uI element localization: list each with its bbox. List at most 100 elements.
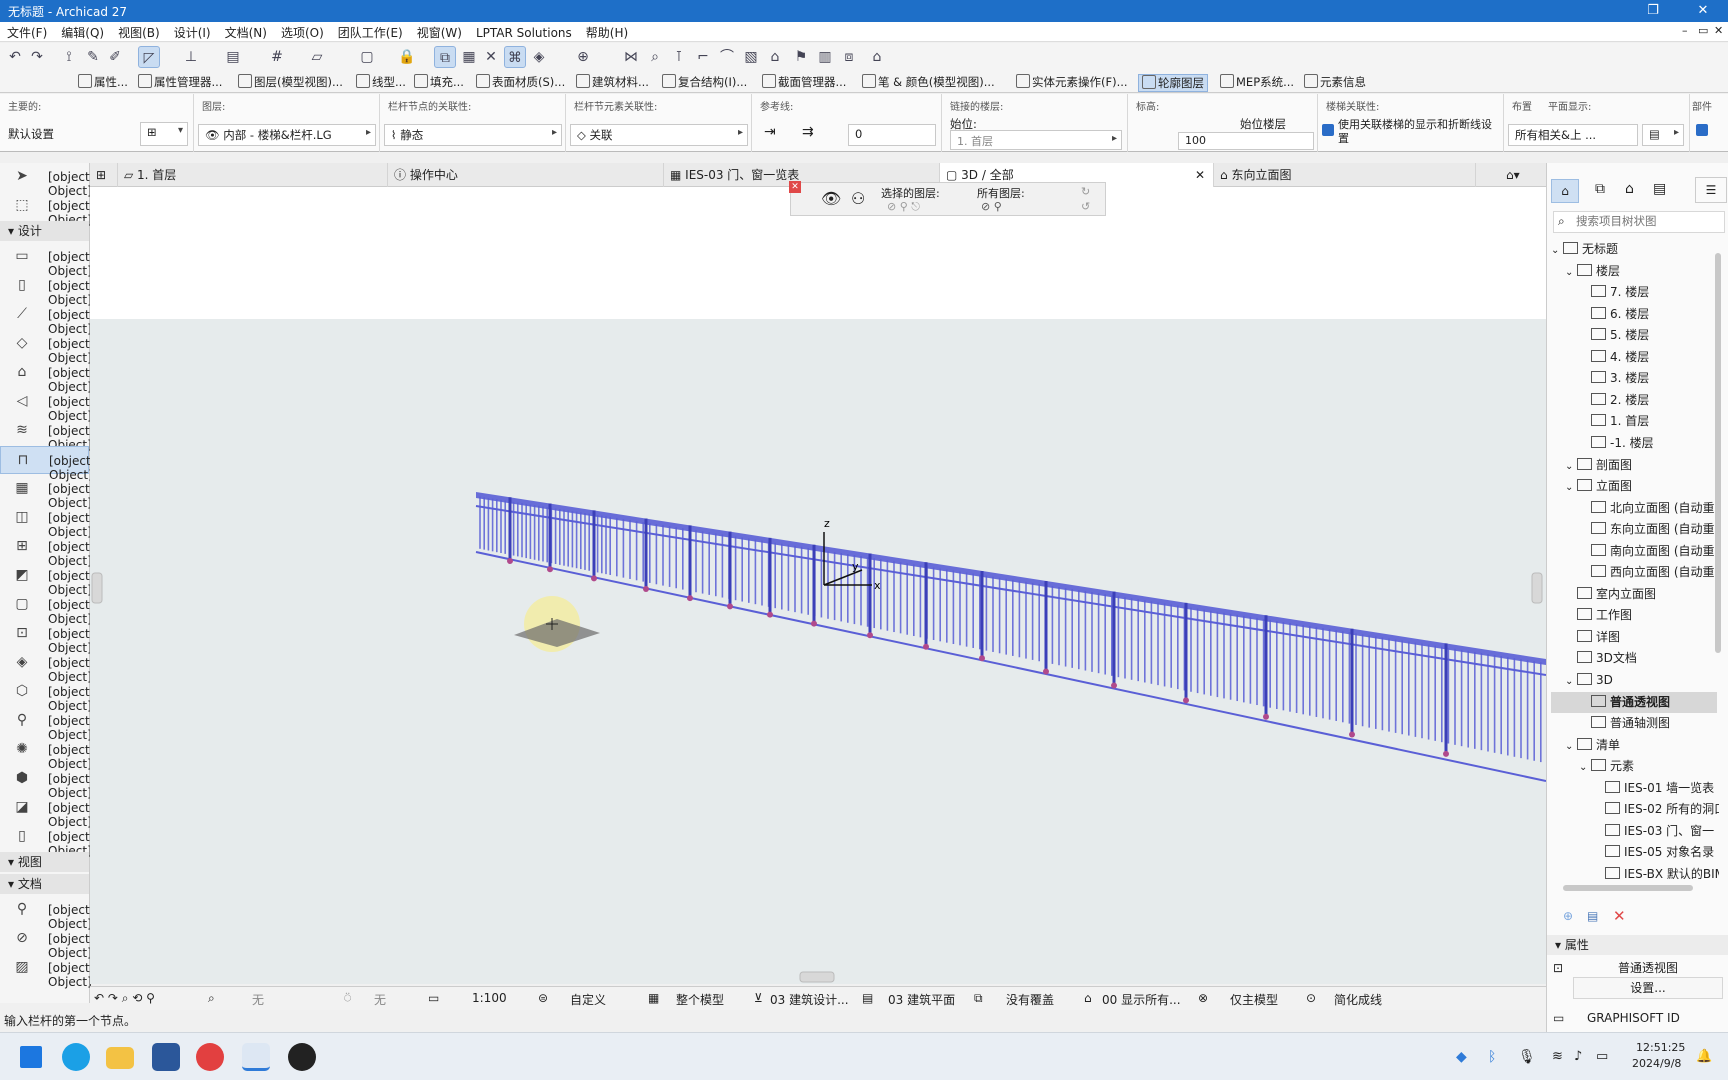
undo-layer-icon[interactable]: ↺ [1081, 200, 1090, 213]
3d-viewport[interactable]: z y x [90, 187, 1546, 984]
stair-assoc-checkbox[interactable] [1322, 124, 1334, 136]
house-icon[interactable]: ⌂ [866, 46, 888, 68]
left-scroll-handle[interactable] [91, 572, 103, 604]
tool-stair[interactable]: ≋ [object Object] [0, 417, 92, 452]
chevron-down-icon[interactable]: ⌄ [1565, 671, 1577, 692]
plan-display-select[interactable]: 所有相关&上 ... [1508, 124, 1638, 146]
bluetooth-icon[interactable]: ᛒ [1488, 1049, 1496, 1065]
chevron-down-icon[interactable]: ⌄ [1565, 456, 1577, 477]
surfaces-button[interactable]: 表面材质(S)... [476, 74, 565, 90]
sheet-icon[interactable]: ▦ [458, 46, 480, 68]
minimize-doc-icon[interactable]: – [1682, 24, 1688, 37]
chevron-down-icon[interactable]: ⌄ [1579, 757, 1591, 778]
menu-file[interactable]: 文件(F) [0, 22, 54, 43]
close-doc-icon[interactable]: ✕ [1714, 24, 1723, 37]
tool-grid[interactable]: ⚲ [object Object] [0, 896, 92, 931]
scale-value[interactable]: 1:100 [472, 991, 507, 1005]
show-layer-icon[interactable]: 👁 [821, 189, 841, 208]
railing-settings-button[interactable]: ⊞ ▾ [140, 122, 188, 146]
cut-plane-select[interactable]: ▤ ▸ [1642, 124, 1684, 146]
tree-item[interactable]: ⌄ 元素 [1579, 756, 1634, 777]
menu-help[interactable]: 帮助(H) [579, 22, 635, 43]
composites-button[interactable]: 复合结构(I)... [662, 74, 747, 90]
tab-close-icon[interactable]: ✕ [1195, 163, 1205, 187]
tool-mesh[interactable]: ◈ [object Object] [0, 649, 92, 684]
layout-book-icon[interactable]: ⌂ [1625, 181, 1634, 197]
menu-edit[interactable]: 编辑(Q) [54, 22, 111, 43]
menu-document[interactable]: 文档(N) [218, 22, 274, 43]
chevron-down-icon[interactable]: ⌄ [1551, 240, 1563, 261]
navigator-menu-icon[interactable]: ☰ [1695, 177, 1727, 203]
word-icon[interactable] [152, 1043, 180, 1071]
layerset-value[interactable]: 03 建筑设计... [770, 991, 849, 1008]
tool-change[interactable]: ⊘ [object Object] [0, 925, 92, 960]
grid-icon[interactable]: # [266, 46, 288, 68]
settings-button[interactable]: 设置... [1573, 977, 1723, 999]
node-assoc-select[interactable]: ⌇ 静态 ▸ [384, 124, 562, 146]
tree-item[interactable]: IES-03 门、窗一 [1593, 821, 1714, 842]
tool-window[interactable]: ⊞ [object Object] [0, 533, 92, 568]
flag-icon[interactable]: ⚑ [790, 46, 812, 68]
attributes-button[interactable]: 属性... [78, 74, 128, 90]
volume-icon[interactable]: ♪ [1574, 1049, 1582, 1064]
search-input[interactable] [1576, 214, 1722, 228]
tool-zone[interactable]: ⊡ [object Object] [0, 620, 92, 655]
tool-slab[interactable]: ◇ [object Object] [0, 330, 92, 365]
edge-icon[interactable] [62, 1043, 90, 1071]
tree-item[interactable]: 工作图 [1565, 605, 1632, 626]
menu-teamwork[interactable]: 团队工作(E) [331, 22, 410, 43]
syringe-icon[interactable]: ✐ [104, 46, 126, 68]
archicad-icon[interactable] [242, 1043, 270, 1071]
tree-item[interactable]: IES-BX 默认的BIM [1593, 864, 1719, 879]
attribute-manager-button[interactable]: 属性管理器... [138, 74, 222, 90]
publisher-icon[interactable]: ▤ [1653, 181, 1666, 197]
tree-item[interactable]: 北向立面图 (自动重 [1579, 498, 1715, 519]
pick-up-icon[interactable]: ⟟ [58, 46, 80, 68]
tree-item[interactable]: 2. 楼层 [1579, 390, 1649, 411]
pen-value[interactable]: 无 [252, 991, 264, 1008]
connect-icon[interactable]: ⋈ [620, 46, 642, 68]
battery-icon[interactable]: ▭ [1596, 1049, 1608, 1064]
project-map-icon[interactable]: ⌂ [1551, 179, 1579, 203]
restore-doc-icon[interactable]: ▭ [1698, 24, 1708, 37]
tool-railing[interactable]: ⊓ [object Object] [0, 446, 93, 482]
refresh-icon[interactable]: ↻ [1081, 185, 1090, 198]
tree-item[interactable]: 普通轴测图 [1579, 713, 1670, 734]
clock-time[interactable]: 12:51:25 [1636, 1041, 1685, 1054]
mep-systems-button[interactable]: MEP系统... [1220, 74, 1294, 90]
tree-item[interactable]: ⌄ 楼层 [1565, 261, 1620, 282]
clock-date[interactable]: 2024/9/8 [1632, 1057, 1681, 1070]
layer-select[interactable]: 👁 内部 - 楼梯&栏杆.LG ▸ [198, 124, 376, 146]
tree-item[interactable]: ⌄ 无标题 [1551, 239, 1618, 260]
tree-item[interactable]: 7. 楼层 [1579, 282, 1649, 303]
document-section-header[interactable]: ▾ 文档 [0, 874, 89, 894]
hide-icon[interactable]: ⌂ [764, 46, 786, 68]
layout-icon[interactable]: ▥ [814, 46, 836, 68]
chevron-down-icon[interactable]: ⌄ [1565, 477, 1577, 498]
tool-morph[interactable]: ⬡ [object Object] [0, 678, 92, 713]
profile-manager-button[interactable]: 截面管理器... [762, 74, 846, 90]
redo-icon[interactable]: ↷ [26, 46, 48, 68]
solid-operations-button[interactable]: 实体元素操作(F)... [1016, 74, 1128, 90]
tab-menu-icon[interactable]: ⌂▾ [1500, 163, 1544, 187]
tool-lamp[interactable]: ✺ [object Object] [0, 736, 92, 771]
tool-shell[interactable]: ◁ [object Object] [0, 388, 92, 423]
misc-checkbox[interactable] [1696, 124, 1708, 136]
undo-view-icon[interactable]: ↶ ↷ ⌕ ⟲ ⚲ [94, 991, 155, 1006]
zoom-icon[interactable]: ⌕ [208, 991, 215, 1006]
lock-icon[interactable]: 🔒 [396, 46, 418, 68]
tool-curtain-wall[interactable]: ▦ [object Object] [0, 475, 91, 510]
tool-wall[interactable]: ▭ [object Object] [0, 243, 91, 278]
trace-icon[interactable]: ⧉ [434, 46, 456, 68]
add-view-icon[interactable]: ⊕ [1563, 909, 1573, 923]
close-icon[interactable]: ✕ [1680, 0, 1726, 22]
search-box[interactable]: ⌕ [1553, 211, 1725, 233]
fills-button[interactable]: 填充... [414, 74, 464, 90]
layer-fill-icon[interactable]: ▤ [222, 46, 244, 68]
tree-item[interactable]: 3. 楼层 [1579, 368, 1649, 389]
bottom-scroll-handle[interactable] [799, 971, 835, 983]
tool-beam[interactable]: ⟋ [object Object] [0, 301, 92, 336]
tree-item[interactable]: ⌄ 3D [1565, 670, 1613, 691]
tree-item[interactable]: IES-05 对象名录 [1593, 842, 1714, 863]
custom-value[interactable]: 自定义 [570, 991, 606, 1008]
